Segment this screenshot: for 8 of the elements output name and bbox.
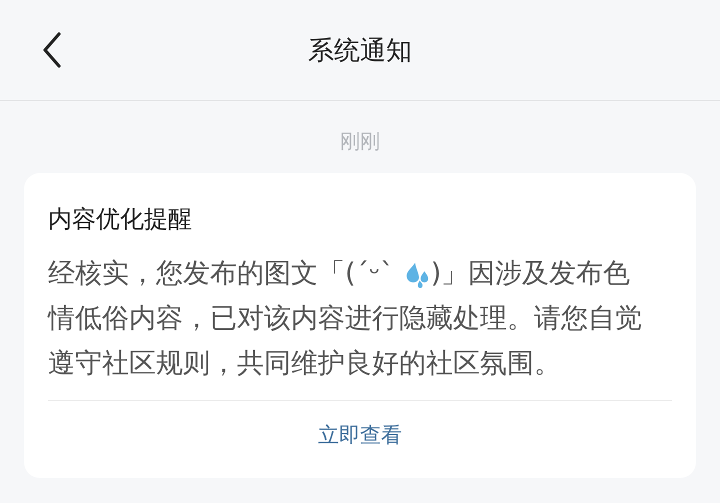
notification-title: 内容优化提醒 [48, 204, 193, 235]
back-icon[interactable] [42, 32, 62, 68]
view-now-link[interactable]: 立即查看 [318, 421, 402, 449]
page-title: 系统通知 [308, 34, 412, 68]
notification-text: 情低俗内容，已对该内容进行隐藏处理。请您自觉遵守社区规则，共同维护良好的社区氛围。 [48, 302, 643, 381]
notification-text: )」因涉及发布色 [430, 257, 630, 291]
notification-text: 经核实，您发布的图文「(´ᵕ` [48, 257, 394, 291]
timestamp: 刚刚 [339, 128, 381, 155]
